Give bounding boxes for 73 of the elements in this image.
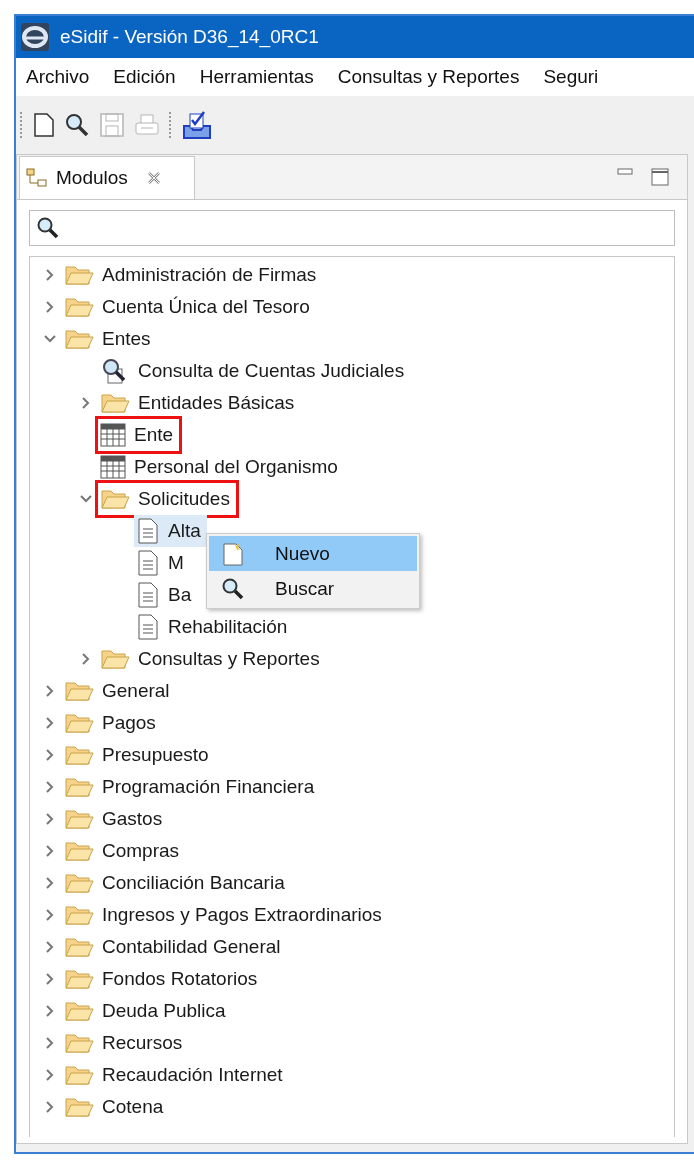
tree-item[interactable]: Programación Financiera	[62, 771, 321, 803]
search-icon	[36, 216, 60, 240]
minimize-icon[interactable]	[617, 168, 633, 176]
folder-icon	[64, 744, 94, 766]
tree-item[interactable]: Cuenta Única del Tesoro	[62, 291, 316, 323]
tree-item[interactable]: Ingresos y Pagos Extraordinarios	[62, 899, 388, 931]
new-item-icon	[221, 540, 245, 567]
tree-item[interactable]: Pagos	[62, 707, 162, 739]
document-icon	[136, 518, 160, 544]
menu-item[interactable]: Edición	[113, 66, 176, 88]
folder-icon	[64, 776, 94, 798]
tree-item[interactable]: Conciliación Bancaria	[62, 867, 291, 899]
folder-icon	[100, 392, 130, 414]
tree-item[interactable]: Ente	[98, 419, 180, 451]
tree-item[interactable]: General	[62, 675, 176, 707]
search-icon	[221, 576, 245, 601]
document-icon	[136, 582, 160, 608]
maximize-icon[interactable]	[651, 168, 669, 186]
document-icon	[136, 614, 160, 640]
tree-item[interactable]: Recaudación Internet	[62, 1059, 289, 1091]
folder-icon	[64, 1032, 94, 1054]
context-menu-item[interactable]: Nuevo	[209, 536, 417, 571]
folder-icon	[64, 680, 94, 702]
folder-icon	[100, 488, 130, 510]
tree-item[interactable]: Gastos	[62, 803, 169, 835]
tree-item[interactable]: Consultas y Reportes	[98, 643, 326, 675]
tree-item[interactable]: Presupuesto	[62, 739, 215, 771]
folder-icon	[64, 808, 94, 830]
tree-item[interactable]: Entes	[62, 323, 157, 355]
table-icon	[100, 423, 126, 447]
table-icon	[100, 455, 126, 479]
folder-icon	[100, 648, 130, 670]
tree-item[interactable]: M	[134, 547, 190, 579]
tree-item[interactable]: Deuda Publica	[62, 995, 232, 1027]
folder-icon	[64, 328, 94, 350]
tree-item[interactable]: Rehabilitación	[134, 611, 294, 643]
checklist-tray-icon[interactable]	[182, 110, 212, 140]
folder-icon	[64, 1064, 94, 1086]
hierarchy-icon	[26, 168, 48, 188]
menu-item[interactable]: Consultas y Reportes	[337, 66, 520, 88]
folder-icon	[64, 904, 94, 926]
menu-item[interactable]: Herramientas	[199, 66, 314, 88]
menu-item[interactable]: Archivo	[26, 66, 90, 88]
search-icon[interactable]	[64, 112, 90, 138]
app-logo-icon	[20, 22, 50, 52]
new-document-icon[interactable]	[33, 112, 55, 138]
tree-item[interactable]: Recursos	[62, 1027, 189, 1059]
document-icon	[136, 550, 160, 576]
folder-icon	[64, 296, 94, 318]
folder-icon	[64, 936, 94, 958]
tree-item[interactable]: Compras	[62, 835, 186, 867]
tree-item[interactable]: Entidades Básicas	[98, 387, 301, 419]
tree-item[interactable]: Ba	[134, 579, 198, 611]
context-menu-item[interactable]: Buscar	[209, 571, 417, 606]
tree-item[interactable]: Personal del Organismo	[98, 451, 344, 483]
folder-icon	[64, 968, 94, 990]
view-tab[interactable]: Modulos	[19, 156, 195, 199]
tree-item[interactable]: Administración de Firmas	[62, 259, 323, 291]
tree-item[interactable]: Solicitudes	[98, 483, 236, 515]
folder-icon	[64, 1000, 94, 1022]
tree-item[interactable]: Cotena	[62, 1091, 170, 1123]
menu-item[interactable]: Seguri	[543, 66, 599, 88]
folder-icon	[64, 840, 94, 862]
close-icon[interactable]	[145, 170, 162, 186]
folder-icon	[64, 264, 94, 286]
tree-item[interactable]: Contabilidad General	[62, 931, 287, 963]
tree-item[interactable]: Alta	[134, 515, 207, 547]
window-title: eSidif - Versión D36_14_0RC1	[60, 26, 319, 48]
tree-item[interactable]: Consulta de Cuentas Judiciales	[98, 355, 411, 387]
folder-icon	[64, 872, 94, 894]
folder-icon	[64, 712, 94, 734]
folder-icon	[64, 1096, 94, 1118]
tree-item[interactable]: Fondos Rotatorios	[62, 963, 264, 995]
